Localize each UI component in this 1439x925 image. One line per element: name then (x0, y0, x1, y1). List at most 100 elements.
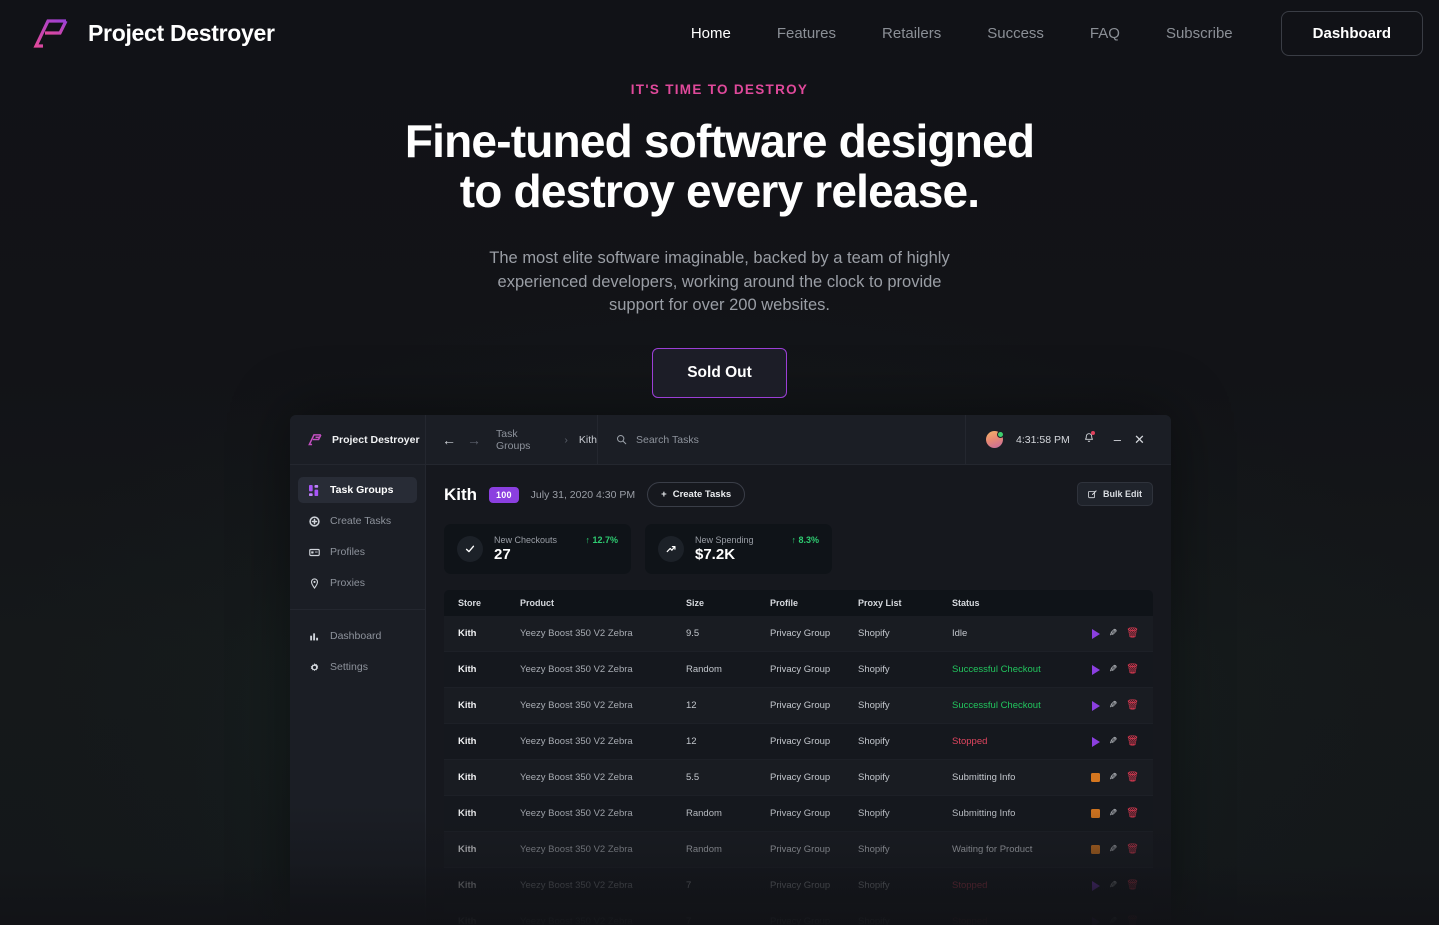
edit-icon[interactable]: ✎ (1109, 628, 1117, 639)
cell-product: Yeezy Boost 350 V2 Zebra (520, 664, 633, 675)
breadcrumb-root[interactable]: Task Groups (496, 428, 553, 452)
delete-icon[interactable]: 🗑 (1126, 700, 1139, 711)
cell-store: Kith (458, 916, 477, 925)
cell-profile: Privacy Group (770, 772, 831, 783)
delete-icon[interactable]: 🗑 (1126, 844, 1139, 855)
play-icon[interactable] (1091, 700, 1100, 711)
bulk-edit-button[interactable]: Bulk Edit (1076, 482, 1153, 506)
stop-icon[interactable] (1090, 773, 1100, 782)
sidebar-item-proxies[interactable]: Proxies (298, 570, 417, 596)
cell-product: Yeezy Boost 350 V2 Zebra (520, 916, 633, 925)
app-titlebar: Project Destroyer ← → Task Groups › Kith… (290, 415, 1171, 465)
cell-proxy-list: Shopify (858, 916, 890, 925)
close-icon[interactable]: ✕ (1134, 433, 1145, 446)
table-row[interactable]: Kith Yeezy Boost 350 V2 Zebra 12 Privacy Gr… (444, 688, 1153, 724)
top-navigation: Project Destroyer Home Features Retailer… (0, 0, 1439, 66)
play-icon[interactable] (1091, 916, 1100, 925)
minimize-button[interactable]: – (1114, 433, 1121, 446)
table-row[interactable]: Kith Yeezy Boost 350 V2 Zebra 5.5 Privacy G… (444, 760, 1153, 796)
sold-out-button[interactable]: Sold Out (652, 347, 787, 398)
play-icon[interactable] (1091, 736, 1100, 747)
column-header-store: Store (458, 598, 482, 608)
sidebar-item-label: Settings (330, 661, 368, 673)
table-body: Kith Yeezy Boost 350 V2 Zebra 9.5 Privacy G… (444, 616, 1153, 925)
stat-label: New Spending (695, 535, 754, 545)
brand-logo-group[interactable]: Project Destroyer (30, 16, 275, 50)
arrow-right-icon[interactable]: → (467, 433, 481, 447)
create-tasks-button[interactable]: + Create Tasks (647, 482, 746, 507)
edit-icon[interactable]: ✎ (1109, 736, 1117, 747)
page-title: Fine-tuned software designed to destroy … (0, 116, 1439, 216)
delete-icon[interactable]: 🗑 (1126, 808, 1139, 819)
sidebar-divider (290, 609, 425, 610)
edit-icon[interactable]: ✎ (1109, 808, 1117, 819)
stat-value: 27 (494, 546, 511, 563)
sidebar-item-create-tasks[interactable]: Create Tasks (298, 508, 417, 534)
tasks-table: Store Product Size Profile Proxy List St… (444, 590, 1153, 925)
edit-icon[interactable]: ✎ (1109, 844, 1117, 855)
sidebar-item-dashboard[interactable]: Dashboard (298, 623, 417, 649)
table-row[interactable]: Kith Yeezy Boost 350 V2 Zebra 7 Privacy Gro… (444, 904, 1153, 925)
stop-icon[interactable] (1090, 809, 1100, 818)
sidebar-item-label: Create Tasks (330, 515, 392, 527)
status-badge: Successful Checkout (952, 664, 1041, 675)
delete-icon[interactable]: 🗑 (1126, 916, 1139, 925)
delete-icon[interactable]: 🗑 (1126, 628, 1139, 639)
edit-icon[interactable]: ✎ (1109, 880, 1117, 891)
edit-icon[interactable]: ✎ (1109, 916, 1117, 925)
titlebar-right-controls: 4:31:58 PM – ✕ (966, 415, 1171, 464)
bulk-edit-label: Bulk Edit (1102, 489, 1142, 499)
cell-size: 12 (686, 700, 697, 711)
nav-link-subscribe[interactable]: Subscribe (1143, 17, 1256, 50)
table-row[interactable]: Kith Yeezy Boost 350 V2 Zebra 7 Privacy Gro… (444, 868, 1153, 904)
play-icon[interactable] (1091, 880, 1100, 891)
delete-icon[interactable]: 🗑 (1126, 736, 1139, 747)
play-icon[interactable] (1091, 664, 1100, 675)
nav-link-retailers[interactable]: Retailers (859, 17, 964, 50)
cell-size: 7 (686, 880, 692, 891)
dashboard-button[interactable]: Dashboard (1280, 10, 1423, 56)
nav-link-home[interactable]: Home (668, 17, 754, 50)
table-row[interactable]: Kith Yeezy Boost 350 V2 Zebra Random Privac… (444, 796, 1153, 832)
delete-icon[interactable]: 🗑 (1126, 664, 1139, 675)
arrow-left-icon[interactable]: ← (442, 433, 456, 447)
check-icon (457, 536, 483, 562)
status-badge: Stopped (952, 736, 988, 747)
nav-link-success[interactable]: Success (964, 17, 1067, 50)
avatar[interactable] (986, 431, 1004, 448)
nav-link-features[interactable]: Features (754, 17, 859, 50)
cell-size: Random (686, 664, 722, 675)
notification-bell-icon[interactable] (1083, 430, 1095, 449)
stop-icon[interactable] (1090, 845, 1100, 854)
table-row[interactable]: Kith Yeezy Boost 350 V2 Zebra 9.5 Privacy G… (444, 616, 1153, 652)
cell-store: Kith (458, 628, 477, 639)
delete-icon[interactable]: 🗑 (1126, 772, 1139, 783)
search-input[interactable]: Search Tasks (598, 415, 966, 464)
cell-store: Kith (458, 700, 477, 711)
table-row[interactable]: Kith Yeezy Boost 350 V2 Zebra Random Privac… (444, 652, 1153, 688)
edit-icon[interactable]: ✎ (1109, 772, 1117, 783)
table-row[interactable]: Kith Yeezy Boost 350 V2 Zebra Random Privac… (444, 832, 1153, 868)
cell-profile: Privacy Group (770, 664, 831, 675)
delete-icon[interactable]: 🗑 (1126, 880, 1139, 891)
cell-profile: Privacy Group (770, 736, 831, 747)
table-row[interactable]: Kith Yeezy Boost 350 V2 Zebra 12 Privacy Gr… (444, 724, 1153, 760)
task-count-badge: 100 (489, 486, 519, 503)
cell-product: Yeezy Boost 350 V2 Zebra (520, 844, 633, 855)
hero-title-line-2: to destroy every release. (459, 165, 980, 218)
play-icon[interactable] (1091, 628, 1100, 639)
hero-section: IT'S TIME TO DESTROY Fine-tuned software… (0, 66, 1439, 398)
sidebar-item-settings[interactable]: Settings (298, 654, 417, 680)
cell-size: 9.5 (686, 628, 700, 639)
edit-icon[interactable]: ✎ (1109, 700, 1117, 711)
breadcrumb-current: Kith (578, 433, 597, 446)
stat-delta: ↑ 12.7% (585, 535, 618, 545)
cell-size: 7 (686, 916, 692, 925)
cell-product: Yeezy Boost 350 V2 Zebra (520, 628, 633, 639)
sidebar-item-task-groups[interactable]: Task Groups (298, 477, 428, 503)
column-header-profile: Profile (770, 598, 799, 608)
edit-icon[interactable]: ✎ (1109, 664, 1117, 675)
sidebar-item-profiles[interactable]: Profiles (298, 539, 417, 565)
nav-link-faq[interactable]: FAQ (1067, 17, 1143, 50)
create-tasks-label: Create Tasks (672, 489, 732, 500)
